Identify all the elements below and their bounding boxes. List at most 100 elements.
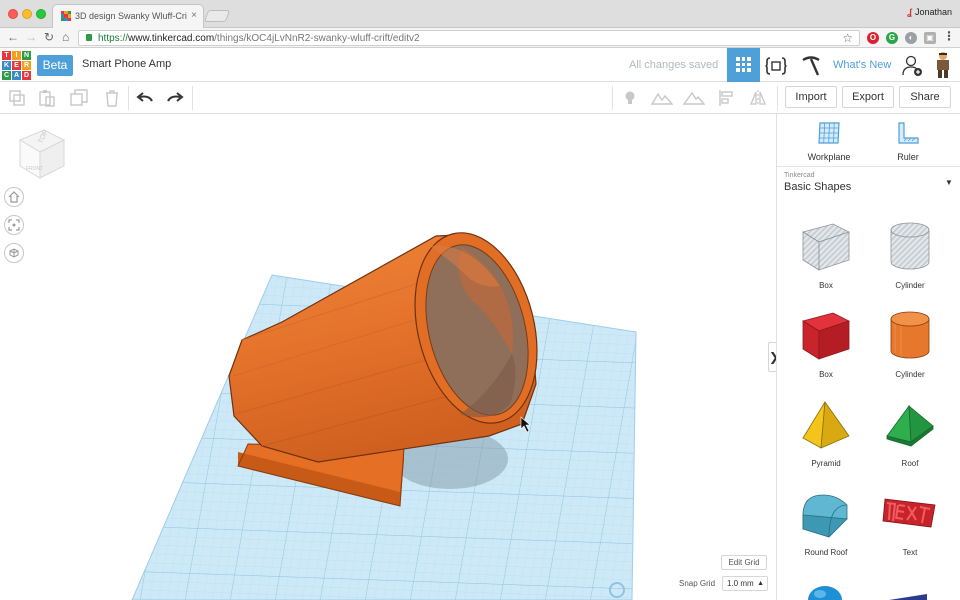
snap-grid-label: Snap Grid	[679, 579, 716, 588]
tab-close-icon[interactable]: ×	[191, 10, 197, 21]
chevron-up-icon: ▲	[757, 580, 764, 587]
duplicate-icon[interactable]	[70, 89, 88, 107]
shape-cylinder[interactable]: Cylinder	[870, 307, 950, 379]
minecraft-pickaxe-icon[interactable]	[800, 56, 822, 80]
tinkercad-logo[interactable]: T I N K E R C A D	[2, 51, 31, 80]
svg-text:FRONT: FRONT	[26, 166, 43, 172]
grammarly-extension-icon[interactable]: G	[886, 32, 898, 44]
app-header: T I N K E R C A D Beta Smart Phone Amp A…	[0, 48, 960, 82]
import-button[interactable]: Import	[785, 86, 837, 108]
url-input[interactable]: https://www.tinkercad.com/things/kOC4jLv…	[78, 30, 860, 46]
undo-icon[interactable]	[136, 89, 154, 107]
shape-label: Cylinder	[895, 281, 925, 290]
shape-box-hole[interactable]: Box	[786, 218, 866, 290]
opera-extension-icon[interactable]: O	[867, 32, 879, 44]
menu-icon[interactable]: ⋮	[943, 30, 955, 42]
mirror-terrain-icon[interactable]	[650, 89, 674, 107]
ruler-label: Ruler	[897, 152, 919, 162]
new-tab-button[interactable]	[203, 10, 231, 22]
shape-label: Roof	[901, 459, 919, 468]
box-hole-icon	[802, 223, 851, 271]
ruler-tool[interactable]: Ruler	[873, 120, 943, 162]
workplane-canvas[interactable]: TOP FRONT Edit Grid Snap Grid 1.0 mm ▲	[0, 114, 776, 600]
lock-icon	[86, 34, 92, 41]
snap-grid-value: 1.0 mm	[727, 579, 754, 588]
workplane-label: Workplane	[807, 152, 851, 162]
share-button[interactable]: Share	[899, 86, 951, 108]
save-status: All changes saved	[629, 59, 719, 71]
export-button[interactable]: Export	[842, 86, 894, 108]
browser-tab-bar: 3D design Swanky Wluff-Crift × ʆ Jonathan	[0, 0, 960, 28]
shape-label: Pyramid	[811, 459, 841, 468]
url-text: https://www.tinkercad.com/things/kOC4jLv…	[98, 33, 420, 44]
shape-roof[interactable]: Roof	[870, 396, 950, 468]
extension-icon[interactable]: ◐	[905, 32, 917, 44]
shape-round-roof[interactable]: Round Roof	[786, 485, 866, 557]
shapes-sidebar: Workplane Ruler Tinkercad Basic Shapes ▼…	[776, 114, 960, 600]
align-icon[interactable]	[718, 89, 736, 107]
bookmark-star-icon[interactable]: ☆	[842, 31, 853, 45]
shape-label: Cylinder	[895, 370, 925, 379]
minimize-window-button[interactable]	[22, 9, 32, 19]
redo-icon[interactable]	[166, 89, 184, 107]
box-icon	[802, 312, 851, 360]
toolbar-divider	[192, 86, 193, 110]
home-icon[interactable]: ⌂	[62, 30, 69, 44]
shape-text[interactable]: Text	[870, 485, 950, 557]
delete-icon[interactable]	[103, 89, 121, 107]
workplane-tool[interactable]: Workplane	[794, 120, 864, 162]
shape-box[interactable]: Box	[786, 307, 866, 379]
home-view-button[interactable]	[4, 187, 24, 207]
sphere-icon[interactable]	[805, 580, 845, 600]
back-icon[interactable]: ←	[7, 30, 19, 44]
perspective-toggle-button[interactable]	[4, 243, 24, 263]
tinkercad-favicon-icon	[61, 11, 71, 21]
chevron-down-icon[interactable]: ▼	[945, 178, 953, 187]
design-name[interactable]: Smart Phone Amp	[82, 58, 171, 70]
toolbar-divider	[612, 86, 613, 110]
mountain-icon[interactable]	[682, 89, 706, 107]
browser-profile[interactable]: ʆ Jonathan	[907, 7, 952, 17]
cylinder-model[interactable]	[228, 220, 556, 463]
avatar[interactable]	[932, 51, 954, 79]
paste-icon[interactable]	[38, 89, 56, 107]
flip-icon[interactable]	[749, 89, 767, 107]
workplane-icon	[818, 122, 840, 144]
whats-new-link[interactable]: What's New	[833, 59, 891, 71]
3d-scene[interactable]	[0, 114, 776, 600]
shape-label: Round Roof	[804, 548, 848, 557]
view-cube[interactable]: TOP FRONT	[14, 126, 66, 182]
light-bulb-icon[interactable]	[621, 89, 639, 107]
ruler-icon	[898, 122, 919, 144]
fit-view-button[interactable]	[4, 215, 24, 235]
grid-icon	[736, 57, 751, 72]
extension-icon[interactable]: ▣	[924, 32, 936, 44]
text-shape-icon	[882, 498, 936, 528]
3d-view-button[interactable]	[727, 48, 760, 82]
cylinder-icon	[890, 311, 930, 359]
shape-pyramid[interactable]: Pyramid	[786, 396, 866, 468]
beta-badge: Beta	[37, 55, 73, 76]
copy-icon[interactable]	[8, 89, 26, 107]
shape-cylinder-hole[interactable]: Cylinder	[870, 218, 950, 290]
cylinder-hole-icon	[890, 222, 930, 270]
maximize-window-button[interactable]	[36, 9, 46, 19]
pyramid-icon	[802, 400, 850, 449]
shape-label: Text	[902, 548, 918, 557]
snap-grid-select[interactable]: 1.0 mm ▲	[722, 576, 768, 591]
codeblocks-icon[interactable]	[765, 56, 787, 80]
close-window-button[interactable]	[8, 9, 18, 19]
edit-grid-button[interactable]: Edit Grid	[721, 555, 767, 570]
reload-icon[interactable]: ↻	[44, 30, 54, 44]
profile-name: Jonathan	[914, 7, 952, 17]
library-select[interactable]: Basic Shapes	[784, 181, 851, 193]
shape-label: Box	[819, 370, 833, 379]
toolbar-divider	[777, 86, 778, 110]
sidebar-divider	[777, 166, 960, 167]
profile-icon: ʆ	[907, 7, 912, 17]
add-user-icon[interactable]	[902, 55, 922, 76]
scribble-shape-icon[interactable]	[885, 588, 931, 600]
browser-tab[interactable]: 3D design Swanky Wluff-Crift ×	[52, 4, 204, 28]
address-bar-row: ← → ↻ ⌂ https://www.tinkercad.com/things…	[0, 28, 960, 48]
forward-icon[interactable]: →	[25, 30, 37, 44]
